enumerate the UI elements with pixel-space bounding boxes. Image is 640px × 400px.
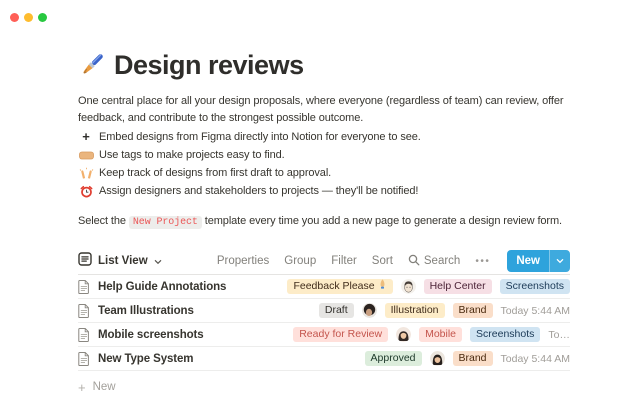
row-properties: Feedback Please Help Center Screenshots [287, 279, 570, 294]
avatar[interactable] [430, 351, 445, 366]
row-title[interactable]: Mobile screenshots [98, 329, 204, 341]
add-row-label: New [93, 381, 116, 393]
category-tag[interactable]: Screenshots [500, 279, 570, 294]
search-button[interactable]: Search [408, 254, 460, 269]
praying-hands-icon [378, 279, 387, 294]
last-edited-time: Today 5:44 AM [501, 353, 570, 365]
status-tag[interactable]: Feedback Please [287, 279, 392, 294]
label-tag-icon [78, 151, 94, 160]
feature-list: + Embed designs from Figma directly into… [78, 128, 570, 200]
page-header: Design reviews [78, 50, 570, 81]
page-document-icon [78, 352, 91, 366]
view-switcher[interactable]: List View [78, 252, 162, 271]
more-options-button[interactable]: ••• [475, 256, 490, 267]
page-document-icon [78, 280, 91, 294]
feature-line[interactable]: Keep track of designs from first draft t… [78, 164, 570, 182]
avatar[interactable] [401, 279, 416, 294]
zoom-window-button[interactable] [38, 13, 47, 22]
alarm-clock-icon [78, 185, 94, 198]
last-edited-time: Today 5:44 AM [501, 305, 570, 317]
row-title[interactable]: Team Illustrations [98, 305, 194, 317]
row-properties: Ready for Review Mobile Screenshots To… [293, 327, 570, 342]
new-entry-button[interactable]: New [507, 250, 549, 272]
page-document-icon [78, 328, 91, 342]
search-label: Search [424, 255, 460, 267]
category-tag[interactable]: Brand [453, 303, 493, 318]
feature-line[interactable]: + Embed designs from Figma directly into… [78, 128, 570, 146]
category-tag[interactable]: Screenshots [470, 327, 540, 342]
intro-paragraph[interactable]: One central place for all your design pr… [78, 93, 570, 127]
minimize-window-button[interactable] [24, 13, 33, 22]
table-row[interactable]: Team Illustrations Draft Illustration Br… [78, 299, 570, 323]
new-entry-split-button[interactable]: New [507, 250, 570, 272]
filter-button[interactable]: Filter [331, 255, 357, 267]
chevron-down-icon [154, 252, 162, 270]
add-row-button[interactable]: + New [78, 374, 570, 400]
notion-page: Design reviews One central place for all… [78, 50, 570, 400]
database-toolbar: List View Properties Group Filter Sort S… [78, 248, 570, 275]
feature-line[interactable]: Assign designers and stakeholders to pro… [78, 182, 570, 200]
last-edited-time: To… [548, 329, 570, 341]
plus-icon: + [78, 128, 94, 146]
group-button[interactable]: Group [284, 255, 316, 267]
category-tag[interactable]: Illustration [385, 303, 445, 318]
paintbrush-icon[interactable] [78, 52, 105, 79]
status-tag[interactable]: Draft [319, 303, 354, 318]
feature-line[interactable]: Use tags to make projects easy to find. [78, 146, 570, 164]
template-hint: Select the New Project template every ti… [78, 213, 570, 231]
status-tag[interactable]: Ready for Review [293, 327, 388, 342]
status-tag[interactable]: Approved [365, 351, 422, 366]
row-title[interactable]: Help Guide Annotations [98, 281, 226, 293]
list-view-icon [78, 252, 92, 271]
feature-text: Embed designs from Figma directly into N… [99, 128, 421, 146]
feature-text: Assign designers and stakeholders to pro… [99, 182, 418, 200]
table-row[interactable]: Mobile screenshots Ready for Review Mobi… [78, 323, 570, 347]
row-properties: Draft Illustration Brand Today 5:44 AM [319, 303, 570, 318]
toolbar-actions: Properties Group Filter Sort Search ••• … [217, 250, 570, 272]
category-tag[interactable]: Brand [453, 351, 493, 366]
hint-text-before: Select the [78, 215, 129, 227]
feature-text: Keep track of designs from first draft t… [99, 164, 331, 182]
new-entry-dropdown-button[interactable] [549, 250, 570, 272]
row-properties: Approved Brand Today 5:44 AM [365, 351, 570, 366]
sort-button[interactable]: Sort [372, 255, 393, 267]
avatar[interactable] [396, 327, 411, 342]
page-document-icon [78, 304, 91, 318]
feature-text: Use tags to make projects easy to find. [99, 146, 285, 164]
window-controls [10, 13, 47, 22]
page-title[interactable]: Design reviews [114, 50, 304, 81]
properties-button[interactable]: Properties [217, 255, 269, 267]
hint-text-after: template every time you add a new page t… [202, 215, 562, 227]
close-window-button[interactable] [10, 13, 19, 22]
raised-hands-icon [78, 167, 94, 179]
search-icon [408, 254, 420, 269]
view-name: List View [98, 255, 148, 267]
table-row[interactable]: Help Guide Annotations Feedback Please H… [78, 275, 570, 299]
plus-icon: + [78, 380, 86, 395]
category-tag[interactable]: Help Center [424, 279, 492, 294]
new-project-code: New Project [129, 216, 202, 229]
category-tag[interactable]: Mobile [419, 327, 462, 342]
row-title[interactable]: New Type System [98, 353, 193, 365]
avatar[interactable] [362, 303, 377, 318]
status-label: Feedback Please [293, 279, 374, 294]
table-row[interactable]: New Type System Approved Brand Today 5:4… [78, 347, 570, 371]
